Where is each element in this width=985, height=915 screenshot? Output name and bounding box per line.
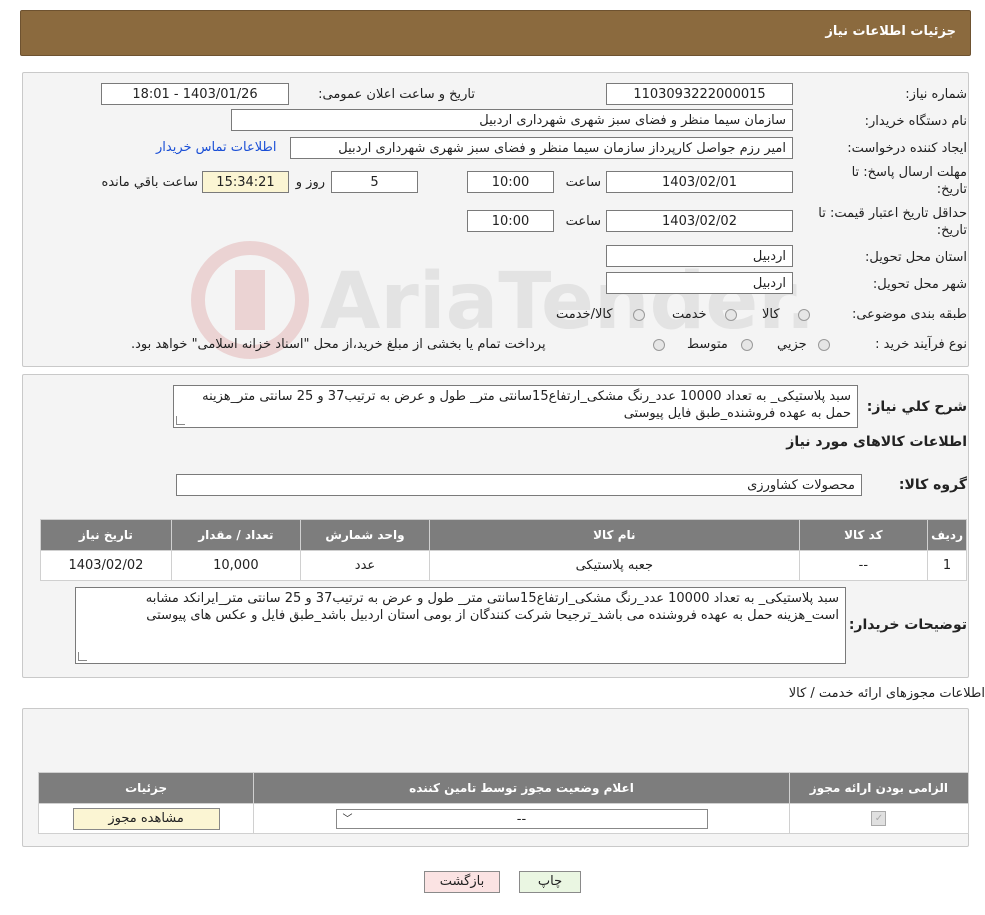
col-permit-status: اعلام وضعیت مجوز توسط تامین کننده xyxy=(253,772,790,804)
category-radio-goods-service[interactable] xyxy=(633,309,645,321)
buyer-org-label: نام دستگاه خریدار: xyxy=(864,114,967,129)
process-note: پرداخت تمام یا بخشی از مبلغ خرید،از محل … xyxy=(131,337,546,352)
general-desc-textarea[interactable]: سبد پلاستیکی_ به تعداد 10000 عدد_رنگ مشک… xyxy=(173,385,858,428)
need-number-label: شماره نیاز: xyxy=(905,87,967,102)
permits-table: الزامی بودن ارائه مجوز اعلام وضعیت مجوز … xyxy=(37,772,970,834)
deadline-time-field: 10:00 xyxy=(467,171,554,193)
remaining-label: ساعت باقي مانده xyxy=(101,175,198,190)
need-number-field: 1103093222000015 xyxy=(606,83,793,105)
checkbox-checked-icon: ✓ xyxy=(871,811,887,826)
validity-date-field: 1403/02/02 xyxy=(606,210,793,232)
page-header: جزئیات اطلاعات نیاز xyxy=(20,10,971,56)
back-button[interactable]: بازگشت xyxy=(424,871,500,893)
goods-table: ردیف کد کالا نام کالا واحد شمارش تعداد /… xyxy=(40,519,967,581)
category-radio-service[interactable] xyxy=(725,309,737,321)
deadline-label: مهلت ارسال پاسخ: تا xyxy=(851,165,967,180)
province-field: اردبیل xyxy=(606,245,793,267)
col-permit-required: الزامی بودن ارائه مجوز xyxy=(788,772,970,804)
permit-status-value: -- xyxy=(516,811,527,827)
goods-group-field: محصولات کشاورزی xyxy=(176,474,862,496)
permit-status-select[interactable]: ﹀ -- xyxy=(335,808,708,829)
goods-group-label: گروه کالا: xyxy=(898,477,967,493)
city-field: اردبیل xyxy=(606,272,793,294)
city-label: شهر محل تحویل: xyxy=(872,277,967,292)
process-radio-partial[interactable] xyxy=(818,339,830,351)
buyer-notes-textarea[interactable]: سبد پلاستیکی_ به تعداد 10000 عدد_رنگ مشک… xyxy=(75,587,846,664)
validity-label-date: تاریخ: xyxy=(936,223,967,238)
cell-qty: 10,000 xyxy=(170,550,301,581)
process-label: نوع فرآیند خرید : xyxy=(875,337,967,352)
deadline-hour-label: ساعت xyxy=(565,175,601,190)
announce-field: 1403/01/26 - 18:01 xyxy=(101,83,289,105)
buyer-notes-label: توضیحات خریدار: xyxy=(848,617,967,633)
permit-required-cell: ✓ xyxy=(788,803,970,834)
buyer-org-field: سازمان سیما منظر و فضای سبز شهری شهرداری… xyxy=(231,109,793,131)
table-row: 1 -- جعبه پلاستیکی عدد 10,000 1403/02/02 xyxy=(40,550,967,581)
cell-name: جعبه پلاستیکی xyxy=(429,550,800,581)
remaining-time-field: 15:34:21 xyxy=(202,171,289,193)
permit-details-cell: مشاهده مجوز xyxy=(37,803,255,834)
col-row: ردیف xyxy=(927,519,967,551)
col-permit-details: جزئیات xyxy=(37,772,255,804)
goods-info-title: اطلاعات کالاهای مورد نیاز xyxy=(786,434,967,450)
general-desc-label: شرح کلي نیاز: xyxy=(866,399,967,415)
process-option-medium: متوسط xyxy=(687,337,728,352)
province-label: استان محل تحویل: xyxy=(865,250,967,265)
cell-code: -- xyxy=(798,550,929,581)
buyer-notes-text: سبد پلاستیکی_ به تعداد 10000 عدد_رنگ مشک… xyxy=(145,591,839,623)
general-desc-text: سبد پلاستیکی_ به تعداد 10000 عدد_رنگ مشک… xyxy=(202,389,851,421)
permits-section-title: اطلاعات مجوزهای ارائه خدمت / کالا xyxy=(788,686,985,701)
contact-buyer-link[interactable]: اطلاعات تماس خریدار xyxy=(156,140,276,155)
deadline-label-date: تاریخ: xyxy=(936,182,967,197)
validity-time-field: 10:00 xyxy=(467,210,554,232)
category-label: طبقه بندی موضوعی: xyxy=(851,307,967,322)
resize-handle-icon[interactable] xyxy=(176,416,185,425)
chevron-down-icon: ﹀ xyxy=(342,813,353,825)
col-date: تاریخ نیاز xyxy=(40,519,172,551)
permit-status-cell: ﹀ -- xyxy=(253,803,790,834)
col-qty: تعداد / مقدار xyxy=(170,519,301,551)
announce-label: تاریخ و ساعت اعلان عمومی: xyxy=(318,87,475,102)
days-label: روز و xyxy=(295,175,325,190)
validity-label: حداقل تاریخ اعتبار قیمت: تا xyxy=(818,206,967,221)
cell-date: 1403/02/02 xyxy=(40,550,172,581)
validity-hour-label: ساعت xyxy=(565,214,601,229)
announce-value: 1403/01/26 - 18:01 xyxy=(132,87,258,102)
days-field: 5 xyxy=(331,171,418,193)
category-option-goods-service: کالا/خدمت xyxy=(556,307,613,322)
table-row: ✓ ﹀ -- مشاهده مجوز xyxy=(37,803,970,834)
deadline-date-field: 1403/02/01 xyxy=(606,171,793,193)
print-button[interactable]: چاپ xyxy=(519,871,581,893)
category-option-service: خدمت xyxy=(672,307,707,322)
col-unit: واحد شمارش xyxy=(299,519,431,551)
process-option-partial: جزیي xyxy=(777,337,807,352)
cell-unit: عدد xyxy=(299,550,431,581)
col-code: کد کالا xyxy=(798,519,929,551)
creator-label: ایجاد کننده درخواست: xyxy=(847,141,967,156)
page-title: جزئیات اطلاعات نیاز xyxy=(825,24,956,39)
view-permit-button[interactable]: مشاهده مجوز xyxy=(72,807,220,830)
resize-handle-icon[interactable] xyxy=(78,652,87,661)
creator-field: امیر رزم جواصل کارپرداز سازمان سیما منظر… xyxy=(290,137,793,159)
watermark-text: AriaTender.neT xyxy=(320,257,810,347)
process-radio-medium[interactable] xyxy=(741,339,753,351)
category-radio-goods[interactable] xyxy=(798,309,810,321)
process-radio-treasury[interactable] xyxy=(653,339,665,351)
cell-row: 1 xyxy=(927,550,967,581)
category-option-goods: کالا xyxy=(762,307,780,322)
col-name: نام کالا xyxy=(429,519,800,551)
